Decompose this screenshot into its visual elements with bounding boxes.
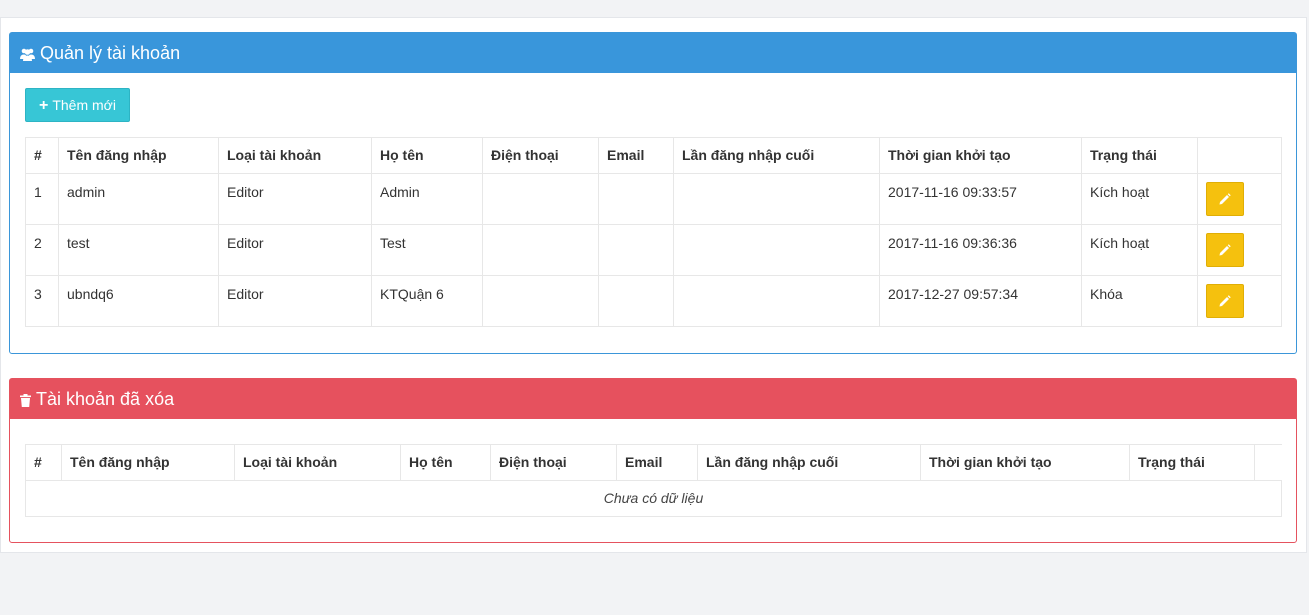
cell-email [598, 224, 674, 276]
cell-actions [1197, 275, 1282, 327]
trash-icon [20, 394, 31, 407]
cell-username: test [58, 224, 219, 276]
cell-email [598, 173, 674, 225]
cell-last-login [673, 275, 880, 327]
column-header-created-time: Thời gian khởi tạo [879, 137, 1082, 174]
cell-phone [482, 224, 599, 276]
page-container: Quản lý tài khoản + Thêm mới # Tên đăng n… [0, 17, 1307, 553]
table-header-row: # Tên đăng nhập Loại tài khoản Họ tên Đi… [25, 137, 1282, 174]
accounts-panel-title: Quản lý tài khoản [40, 43, 181, 63]
cell-account-type: Editor [218, 224, 372, 276]
add-account-button[interactable]: + Thêm mới [25, 88, 130, 122]
add-account-button-label: Thêm mới [52, 97, 116, 113]
edit-button[interactable] [1206, 284, 1244, 318]
cell-phone [482, 275, 599, 327]
plus-icon: + [39, 97, 49, 114]
cell-status: Kích hoạt [1081, 224, 1198, 276]
cell-email [598, 275, 674, 327]
deleted-panel-heading: Tài khoản đã xóa [10, 379, 1296, 419]
column-header-email: Email [616, 444, 698, 481]
column-header-phone: Điện thoại [482, 137, 599, 174]
cell-fullname: Test [371, 224, 483, 276]
column-header-created-time: Thời gian khởi tạo [920, 444, 1130, 481]
pencil-icon [1219, 244, 1231, 256]
cell-account-type: Editor [218, 173, 372, 225]
column-header-account-type: Loại tài khoản [218, 137, 372, 174]
column-header-last-login: Lần đăng nhập cuối [697, 444, 921, 481]
empty-row: Chưa có dữ liệu [25, 480, 1282, 517]
column-header-status: Trạng thái [1081, 137, 1198, 174]
column-header-email: Email [598, 137, 674, 174]
column-header-username: Tên đăng nhập [61, 444, 235, 481]
deleted-accounts-panel: Tài khoản đã xóa # Tên đăng nhập Loại tà… [9, 378, 1297, 543]
empty-message: Chưa có dữ liệu [25, 480, 1282, 517]
deleted-accounts-table: # Tên đăng nhập Loại tài khoản Họ tên Đi… [25, 444, 1282, 517]
accounts-panel: Quản lý tài khoản + Thêm mới # Tên đăng n… [9, 32, 1297, 354]
cell-fullname: KTQuận 6 [371, 275, 483, 327]
cell-created-time: 2017-11-16 09:36:36 [879, 224, 1082, 276]
table-row: 3 ubndq6 Editor KTQuận 6 2017-12-27 09:5… [25, 275, 1282, 327]
cell-number: 3 [25, 275, 59, 327]
column-header-number: # [25, 137, 59, 174]
table-row: 1 admin Editor Admin 2017-11-16 09:33:57… [25, 173, 1282, 225]
users-icon [20, 48, 35, 61]
cell-actions [1197, 224, 1282, 276]
column-header-fullname: Họ tên [400, 444, 491, 481]
pencil-icon [1219, 295, 1231, 307]
cell-status: Kích hoạt [1081, 173, 1198, 225]
pencil-icon [1219, 193, 1231, 205]
cell-status: Khóa [1081, 275, 1198, 327]
cell-number: 1 [25, 173, 59, 225]
table-header-row: # Tên đăng nhập Loại tài khoản Họ tên Đi… [25, 444, 1282, 481]
cell-last-login [673, 173, 880, 225]
cell-username: ubndq6 [58, 275, 219, 327]
cell-phone [482, 173, 599, 225]
cell-actions [1197, 173, 1282, 225]
cell-created-time: 2017-12-27 09:57:34 [879, 275, 1082, 327]
column-header-actions [1197, 137, 1282, 174]
accounts-panel-heading: Quản lý tài khoản [10, 33, 1296, 73]
edit-button[interactable] [1206, 233, 1244, 267]
column-header-number: # [25, 444, 62, 481]
column-header-username: Tên đăng nhập [58, 137, 219, 174]
cell-username: admin [58, 173, 219, 225]
cell-last-login [673, 224, 880, 276]
cell-fullname: Admin [371, 173, 483, 225]
accounts-table: # Tên đăng nhập Loại tài khoản Họ tên Đi… [25, 137, 1282, 327]
cell-number: 2 [25, 224, 59, 276]
column-header-status: Trạng thái [1129, 444, 1255, 481]
column-header-last-login: Lần đăng nhập cuối [673, 137, 880, 174]
column-header-spacer [1254, 444, 1282, 481]
column-header-account-type: Loại tài khoản [234, 444, 401, 481]
column-header-phone: Điện thoại [490, 444, 617, 481]
table-row: 2 test Editor Test 2017-11-16 09:36:36 K… [25, 224, 1282, 276]
edit-button[interactable] [1206, 182, 1244, 216]
cell-created-time: 2017-11-16 09:33:57 [879, 173, 1082, 225]
deleted-panel-title: Tài khoản đã xóa [36, 389, 175, 409]
cell-account-type: Editor [218, 275, 372, 327]
column-header-fullname: Họ tên [371, 137, 483, 174]
